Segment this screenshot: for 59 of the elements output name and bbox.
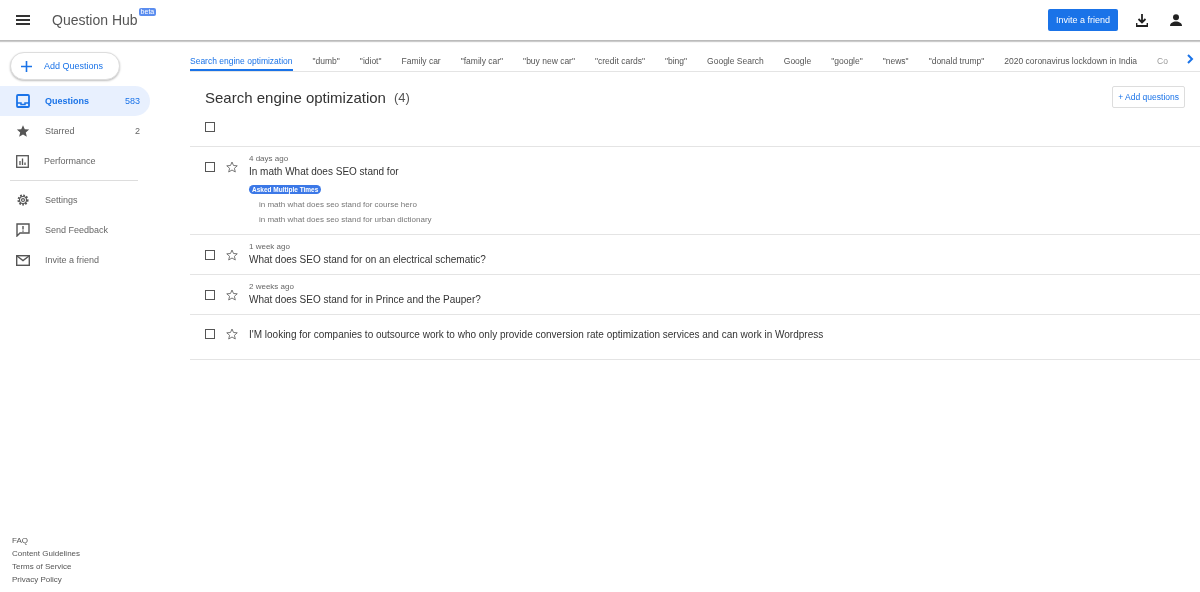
plus-icon: [21, 60, 32, 72]
sidebar-item[interactable]: Settings: [0, 185, 150, 215]
topic-tab[interactable]: "bing": [664, 56, 688, 71]
footer-link[interactable]: Content Guidelines: [12, 547, 178, 560]
footer-link[interactable]: Privacy Policy: [12, 573, 178, 586]
topic-tab[interactable]: "donald trump": [928, 56, 985, 71]
feedback-icon: [16, 223, 30, 237]
topic-tab[interactable]: "family car": [460, 56, 504, 71]
topic-tab[interactable]: "credit cards": [595, 56, 645, 71]
star-icon: [16, 124, 30, 138]
question-count: (4): [393, 89, 410, 105]
inbox-icon: [16, 94, 30, 108]
account-icon[interactable]: [1170, 14, 1182, 26]
question-time: 2 weeks ago: [249, 281, 294, 292]
menu-icon[interactable]: [16, 15, 30, 25]
add-questions-button[interactable]: + Add questions: [1112, 86, 1185, 108]
topic-tab[interactable]: 2020 coronavirus lockdown in India: [1004, 56, 1138, 71]
question-title[interactable]: I'M looking for companies to outsource work to who only provide conversion rate optimization services and can work in Wordpress: [249, 327, 824, 342]
topic-tab[interactable]: "google": [831, 56, 863, 71]
star-icon[interactable]: [226, 249, 238, 261]
app-title: Question Hub: [52, 12, 138, 28]
star-icon[interactable]: [226, 161, 238, 173]
question-time: 1 week ago: [249, 241, 290, 252]
star-icon[interactable]: [226, 328, 238, 340]
sidebar-item[interactable]: Questions 583: [0, 86, 150, 116]
topic-tab[interactable]: "news": [882, 56, 909, 71]
download-icon[interactable]: [1136, 13, 1148, 27]
footer-link[interactable]: FAQ: [12, 534, 178, 547]
question-title[interactable]: What does SEO stand for on an electrical schematic?: [249, 252, 486, 267]
sidebar-item[interactable]: Starred 2: [0, 116, 150, 146]
topic-title: Search engine optimization: [205, 88, 386, 106]
sidebar-item[interactable]: Send Feedback: [0, 215, 150, 245]
star-icon[interactable]: [226, 289, 238, 301]
select-all-checkbox[interactable]: [205, 122, 215, 132]
topic-tab[interactable]: "dumb": [312, 56, 340, 71]
invite-button[interactable]: Invite a friend: [1047, 9, 1118, 31]
sidebar-item[interactable]: Performance: [0, 146, 150, 176]
footer-link[interactable]: Terms of Service: [12, 560, 178, 573]
topic-tab[interactable]: Google Search: [707, 56, 764, 71]
question-checkbox[interactable]: [205, 290, 215, 300]
gear-icon: [16, 193, 30, 207]
topic-tab[interactable]: "idiot": [359, 56, 382, 71]
related-query: in math what does seo stand for urban dictionary: [258, 214, 432, 226]
mail-icon: [16, 254, 30, 266]
related-query: in math what does seo stand for course hero: [258, 199, 417, 211]
question-title[interactable]: In math What does SEO stand for: [249, 164, 399, 179]
question-time: 4 days ago: [249, 153, 289, 164]
question-checkbox[interactable]: [205, 162, 215, 172]
topic-tab[interactable]: "buy new car": [523, 56, 575, 71]
chevron-right-icon[interactable]: [1187, 54, 1194, 64]
question-checkbox[interactable]: [205, 329, 215, 339]
sidebar-item[interactable]: Invite a friend: [0, 245, 150, 275]
bar-chart-icon: [16, 154, 29, 168]
topic-tab[interactable]: Family car: [401, 56, 441, 71]
topic-tab[interactable]: Search engine optimization: [190, 56, 293, 71]
topic-tab[interactable]: Google: [783, 56, 812, 71]
add-questions-button[interactable]: Add Questions: [10, 52, 120, 80]
question-title[interactable]: What does SEO stand for in Prince and the Pauper?: [249, 292, 481, 307]
question-checkbox[interactable]: [205, 250, 215, 260]
